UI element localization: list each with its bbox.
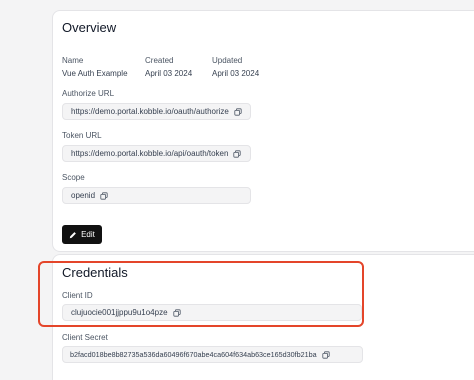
authorize-url-field[interactable]: https://demo.portal.kobble.io/oauth/auth… bbox=[62, 103, 251, 120]
updated-value: April 03 2024 bbox=[212, 69, 260, 78]
created-value: April 03 2024 bbox=[145, 69, 193, 78]
scope-field[interactable]: openid bbox=[62, 187, 251, 204]
copy-icon[interactable] bbox=[100, 191, 108, 200]
updated-label: Updated bbox=[212, 56, 243, 65]
scope-value: openid bbox=[71, 191, 96, 200]
app-page: Overview Name Vue Auth Example Created A… bbox=[0, 0, 474, 380]
token-url-label: Token URL bbox=[62, 131, 102, 140]
copy-icon[interactable] bbox=[322, 350, 330, 359]
authorize-url-label: Authorize URL bbox=[62, 89, 115, 98]
copy-icon[interactable] bbox=[234, 107, 242, 116]
copy-icon[interactable] bbox=[233, 149, 242, 158]
pencil-icon bbox=[69, 231, 76, 238]
client-secret-field[interactable]: b2facd018be8b82735a536da60496f670abe4ca6… bbox=[62, 346, 363, 363]
overview-title: Overview bbox=[62, 20, 117, 35]
token-url-value: https://demo.portal.kobble.io/api/oauth/… bbox=[71, 149, 229, 158]
authorize-url-value: https://demo.portal.kobble.io/oauth/auth… bbox=[71, 107, 229, 116]
overview-card bbox=[52, 10, 474, 252]
name-value: Vue Auth Example bbox=[62, 69, 128, 78]
name-label: Name bbox=[62, 56, 84, 65]
edit-button-label: Edit bbox=[81, 230, 95, 239]
scope-label: Scope bbox=[62, 173, 85, 182]
client-secret-value: b2facd018be8b82735a536da60496f670abe4ca6… bbox=[70, 350, 317, 359]
created-label: Created bbox=[145, 56, 174, 65]
token-url-field[interactable]: https://demo.portal.kobble.io/api/oauth/… bbox=[62, 145, 251, 162]
edit-button[interactable]: Edit bbox=[62, 225, 102, 244]
client-secret-label: Client Secret bbox=[62, 333, 108, 342]
credentials-highlight-box bbox=[38, 261, 364, 327]
